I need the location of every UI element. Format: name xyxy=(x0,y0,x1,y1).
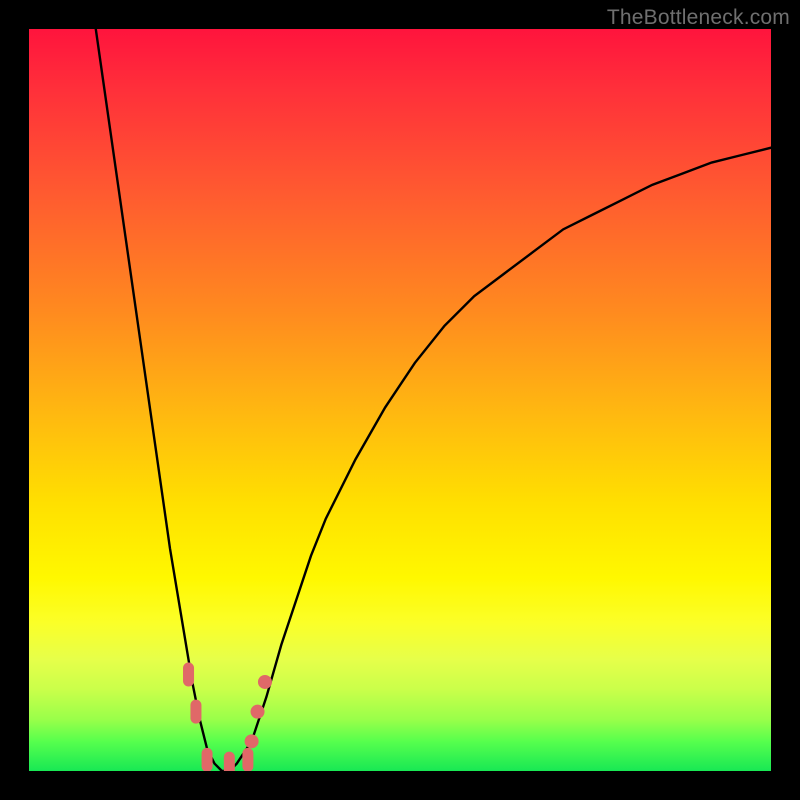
curve-left xyxy=(96,29,230,771)
chart-frame: TheBottleneck.com xyxy=(0,0,800,800)
curve-right xyxy=(229,148,771,771)
valley-marker xyxy=(258,675,272,689)
valley-marker xyxy=(183,663,194,687)
watermark-text: TheBottleneck.com xyxy=(607,6,790,30)
valley-marker xyxy=(224,752,235,771)
curves-layer xyxy=(29,29,771,771)
valley-marker xyxy=(245,734,259,748)
valley-marker xyxy=(190,700,201,724)
valley-markers xyxy=(183,663,272,771)
valley-marker xyxy=(242,748,253,771)
plot-area xyxy=(29,29,771,771)
valley-marker xyxy=(202,748,213,771)
valley-marker xyxy=(251,705,265,719)
